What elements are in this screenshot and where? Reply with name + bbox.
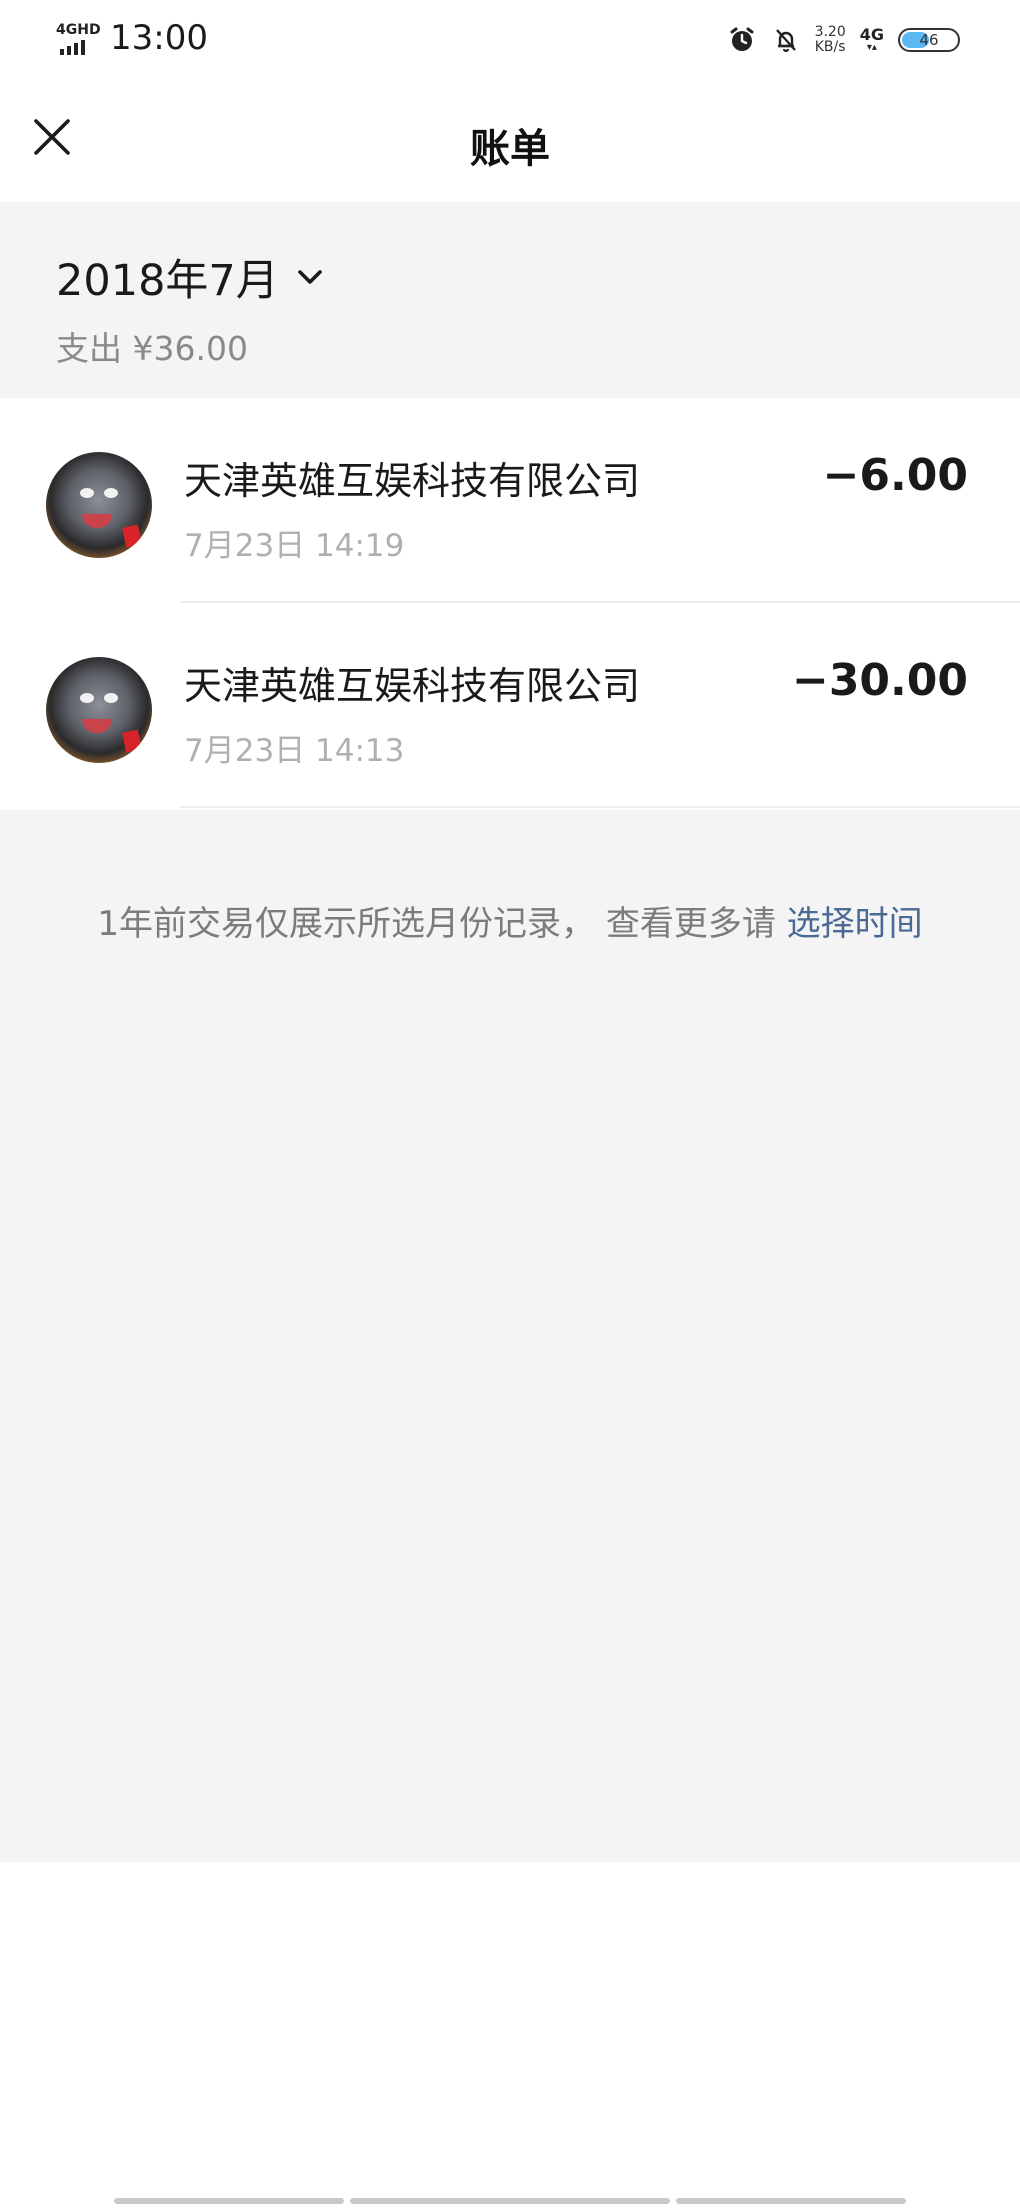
mobile-data-icon: 4G ▾▴ bbox=[859, 25, 884, 53]
gesture-bar bbox=[0, 2198, 1020, 2206]
speed-value: 3.20 bbox=[814, 24, 846, 40]
month-summary: 2018年7月 支出 ¥36.00 bbox=[0, 202, 1020, 398]
select-time-link[interactable]: 选择时间 bbox=[787, 904, 923, 944]
status-bar: 4GHD 13:00 3.20 KB/s 4G ▾▴ 46 bbox=[0, 0, 1020, 80]
speed-unit: KB/s bbox=[814, 39, 846, 55]
month-selector[interactable]: 2018年7月 bbox=[56, 246, 327, 308]
bottom-area bbox=[0, 1862, 1020, 2210]
network-speed: 3.20 KB/s bbox=[815, 25, 846, 55]
battery-icon: 46 bbox=[898, 28, 960, 52]
cellular-signal-icon: 4GHD bbox=[56, 22, 101, 56]
page-title: 账单 bbox=[470, 126, 550, 172]
chevron-down-icon bbox=[297, 270, 322, 284]
notice-text: 1年前交易仅展示所选月份记录， 查看更多请 bbox=[97, 904, 787, 944]
transaction-row[interactable]: 天津英雄互娱科技有限公司 7月23日 14:19 −6.00 bbox=[0, 398, 1020, 603]
row-divider bbox=[180, 806, 1020, 808]
transaction-amount: −6.00 bbox=[822, 450, 968, 501]
net-type: 4G bbox=[859, 25, 884, 44]
status-time: 13:00 bbox=[110, 18, 208, 58]
spend-total: 支出 ¥36.00 bbox=[56, 329, 248, 368]
notifications-off-icon bbox=[771, 25, 801, 55]
nav-bar: 账单 bbox=[0, 80, 1020, 202]
month-label: 2018年7月 bbox=[56, 256, 279, 306]
merchant-name: 天津英雄互娱科技有限公司 bbox=[184, 459, 641, 503]
transaction-amount: −30.00 bbox=[791, 655, 968, 706]
status-icons: 3.20 KB/s 4G ▾▴ 46 bbox=[727, 20, 960, 60]
battery-level: 46 bbox=[919, 31, 939, 49]
merchant-avatar bbox=[46, 452, 152, 558]
history-notice: 1年前交易仅展示所选月份记录， 查看更多请 选择时间 bbox=[0, 896, 1020, 945]
merchant-name: 天津英雄互娱科技有限公司 bbox=[184, 664, 641, 708]
network-label: 4GHD bbox=[56, 22, 101, 38]
transaction-list: 天津英雄互娱科技有限公司 7月23日 14:19 −6.00 天津英雄互娱科技有… bbox=[0, 398, 1020, 810]
transaction-time: 7月23日 14:13 bbox=[184, 733, 405, 769]
alarm-icon bbox=[727, 25, 757, 55]
transaction-row[interactable]: 天津英雄互娱科技有限公司 7月23日 14:13 −30.00 bbox=[0, 603, 1020, 808]
merchant-avatar bbox=[46, 657, 152, 763]
transaction-time: 7月23日 14:19 bbox=[184, 528, 405, 564]
